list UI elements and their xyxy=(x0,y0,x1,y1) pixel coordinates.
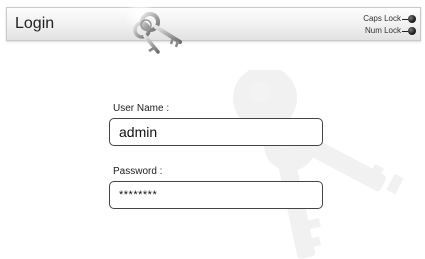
password-input[interactable]: ******** xyxy=(109,181,323,209)
indicator-led-icon xyxy=(402,15,416,23)
header-bar: Login Caps Lock Num Lock xyxy=(6,7,421,41)
num-lock-label: Num Lock xyxy=(364,26,401,35)
password-label: Password : xyxy=(113,166,163,177)
lock-indicators: Caps Lock Num Lock xyxy=(363,13,416,37)
caps-lock-label: Caps Lock xyxy=(363,14,401,23)
num-lock-indicator: Num Lock xyxy=(363,25,416,37)
username-label: User Name : xyxy=(113,103,170,114)
page-title: Login xyxy=(15,15,55,32)
caps-lock-indicator: Caps Lock xyxy=(363,13,416,25)
indicator-led-icon xyxy=(402,27,416,35)
keys-watermark-icon xyxy=(233,70,404,259)
username-input[interactable]: admin xyxy=(109,118,323,146)
keys-icon xyxy=(124,0,182,54)
